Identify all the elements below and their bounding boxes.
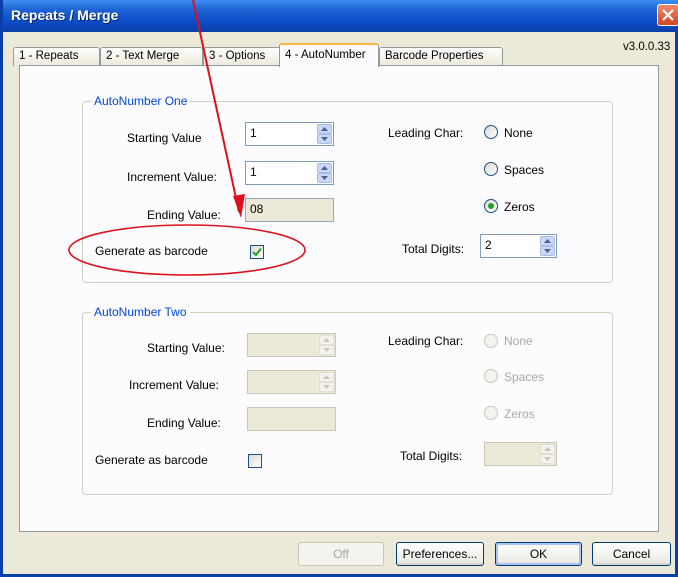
version-label: v3.0.0.33 <box>623 41 671 53</box>
generate-barcode-label: Generate as barcode <box>95 244 208 258</box>
ok-button[interactable]: OK <box>495 542 582 566</box>
tab-options[interactable]: 3 - Options <box>203 47 281 66</box>
radio-leading-spaces-2[interactable] <box>484 369 498 383</box>
spin-down-icon[interactable] <box>319 345 334 355</box>
starting-value-input[interactable]: 1 <box>245 122 334 146</box>
increment-value-2-spinner[interactable] <box>319 372 334 392</box>
spin-up-icon[interactable] <box>540 236 555 246</box>
spin-up-icon[interactable] <box>317 124 332 134</box>
checkmark-icon <box>252 247 262 257</box>
spin-down-icon[interactable] <box>319 382 334 392</box>
increment-value-label: Increment Value: <box>127 170 217 184</box>
total-digits-spinner[interactable] <box>540 236 555 256</box>
group-autonumber-two: AutoNumber Two <box>82 305 613 495</box>
leading-char-label: Leading Char: <box>388 126 464 140</box>
starting-value-2-input[interactable] <box>247 333 336 357</box>
spin-up-icon[interactable] <box>319 335 334 345</box>
radio-leading-none[interactable] <box>484 125 498 139</box>
autonumber-panel: AutoNumber One Starting Value 1 Incremen… <box>19 65 659 532</box>
increment-value-spinner[interactable] <box>317 163 332 183</box>
tab-autonumber[interactable]: 4 - AutoNumber <box>279 43 379 67</box>
starting-value-label: Starting Value <box>127 131 202 145</box>
total-digits-2-input[interactable] <box>484 442 557 466</box>
tab-text-merge[interactable]: 2 - Text Merge <box>100 47 203 66</box>
dialog-window: Repeats / Merge 1 - Repeats 2 - Text Mer… <box>0 0 678 577</box>
ending-value-2-label: Ending Value: <box>147 416 221 430</box>
leading-char-2-label: Leading Char: <box>388 334 464 348</box>
generate-barcode-2-checkbox[interactable] <box>248 454 262 468</box>
group-one-title: AutoNumber One <box>91 94 191 108</box>
ending-value-label: Ending Value: <box>147 208 221 222</box>
starting-value-2-spinner[interactable] <box>319 335 334 355</box>
ending-value-field: 08 <box>245 198 334 222</box>
radio-leading-zeros[interactable] <box>484 199 498 213</box>
spin-down-icon[interactable] <box>317 134 332 144</box>
window-title: Repeats / Merge <box>11 7 119 23</box>
close-button[interactable] <box>657 4 678 26</box>
total-digits-2-spinner[interactable] <box>540 444 555 464</box>
spin-down-icon[interactable] <box>540 246 555 256</box>
increment-value-input[interactable]: 1 <box>245 161 334 185</box>
increment-value-2-input[interactable] <box>247 370 336 394</box>
spin-up-icon[interactable] <box>540 444 555 454</box>
total-digits-label: Total Digits: <box>402 242 465 256</box>
generate-barcode-checkbox[interactable] <box>250 245 264 259</box>
starting-value-spinner[interactable] <box>317 124 332 144</box>
spin-down-icon[interactable] <box>540 454 555 464</box>
increment-value-2-label: Increment Value: <box>129 378 219 392</box>
radio-leading-none-2-label: None <box>504 334 533 348</box>
close-icon <box>662 9 674 21</box>
generate-barcode-2-label: Generate as barcode <box>95 453 208 467</box>
tab-repeats[interactable]: 1 - Repeats <box>13 47 100 66</box>
spin-up-icon[interactable] <box>319 372 334 382</box>
radio-leading-spaces-label: Spaces <box>504 163 545 177</box>
radio-leading-none-label: None <box>504 126 533 140</box>
tab-barcode-properties[interactable]: Barcode Properties <box>379 47 503 66</box>
title-bar[interactable]: Repeats / Merge <box>3 0 678 32</box>
radio-leading-spaces-2-label: Spaces <box>504 370 545 384</box>
total-digits-2-label: Total Digits: <box>400 449 463 463</box>
spin-down-icon[interactable] <box>317 173 332 183</box>
radio-leading-spaces[interactable] <box>484 162 498 176</box>
total-digits-input[interactable]: 2 <box>480 234 557 258</box>
preferences-button[interactable]: Preferences... <box>396 542 484 566</box>
ending-value-2-field <box>247 407 336 431</box>
group-two-title: AutoNumber Two <box>91 305 190 319</box>
spin-up-icon[interactable] <box>317 163 332 173</box>
radio-leading-zeros-label: Zeros <box>504 200 535 214</box>
cancel-button[interactable]: Cancel <box>592 542 671 566</box>
off-button[interactable]: Off <box>298 542 384 566</box>
radio-leading-zeros-2[interactable] <box>484 406 498 420</box>
radio-leading-zeros-2-label: Zeros <box>504 407 535 421</box>
starting-value-2-label: Starting Value: <box>147 341 225 355</box>
radio-leading-none-2[interactable] <box>484 334 498 348</box>
